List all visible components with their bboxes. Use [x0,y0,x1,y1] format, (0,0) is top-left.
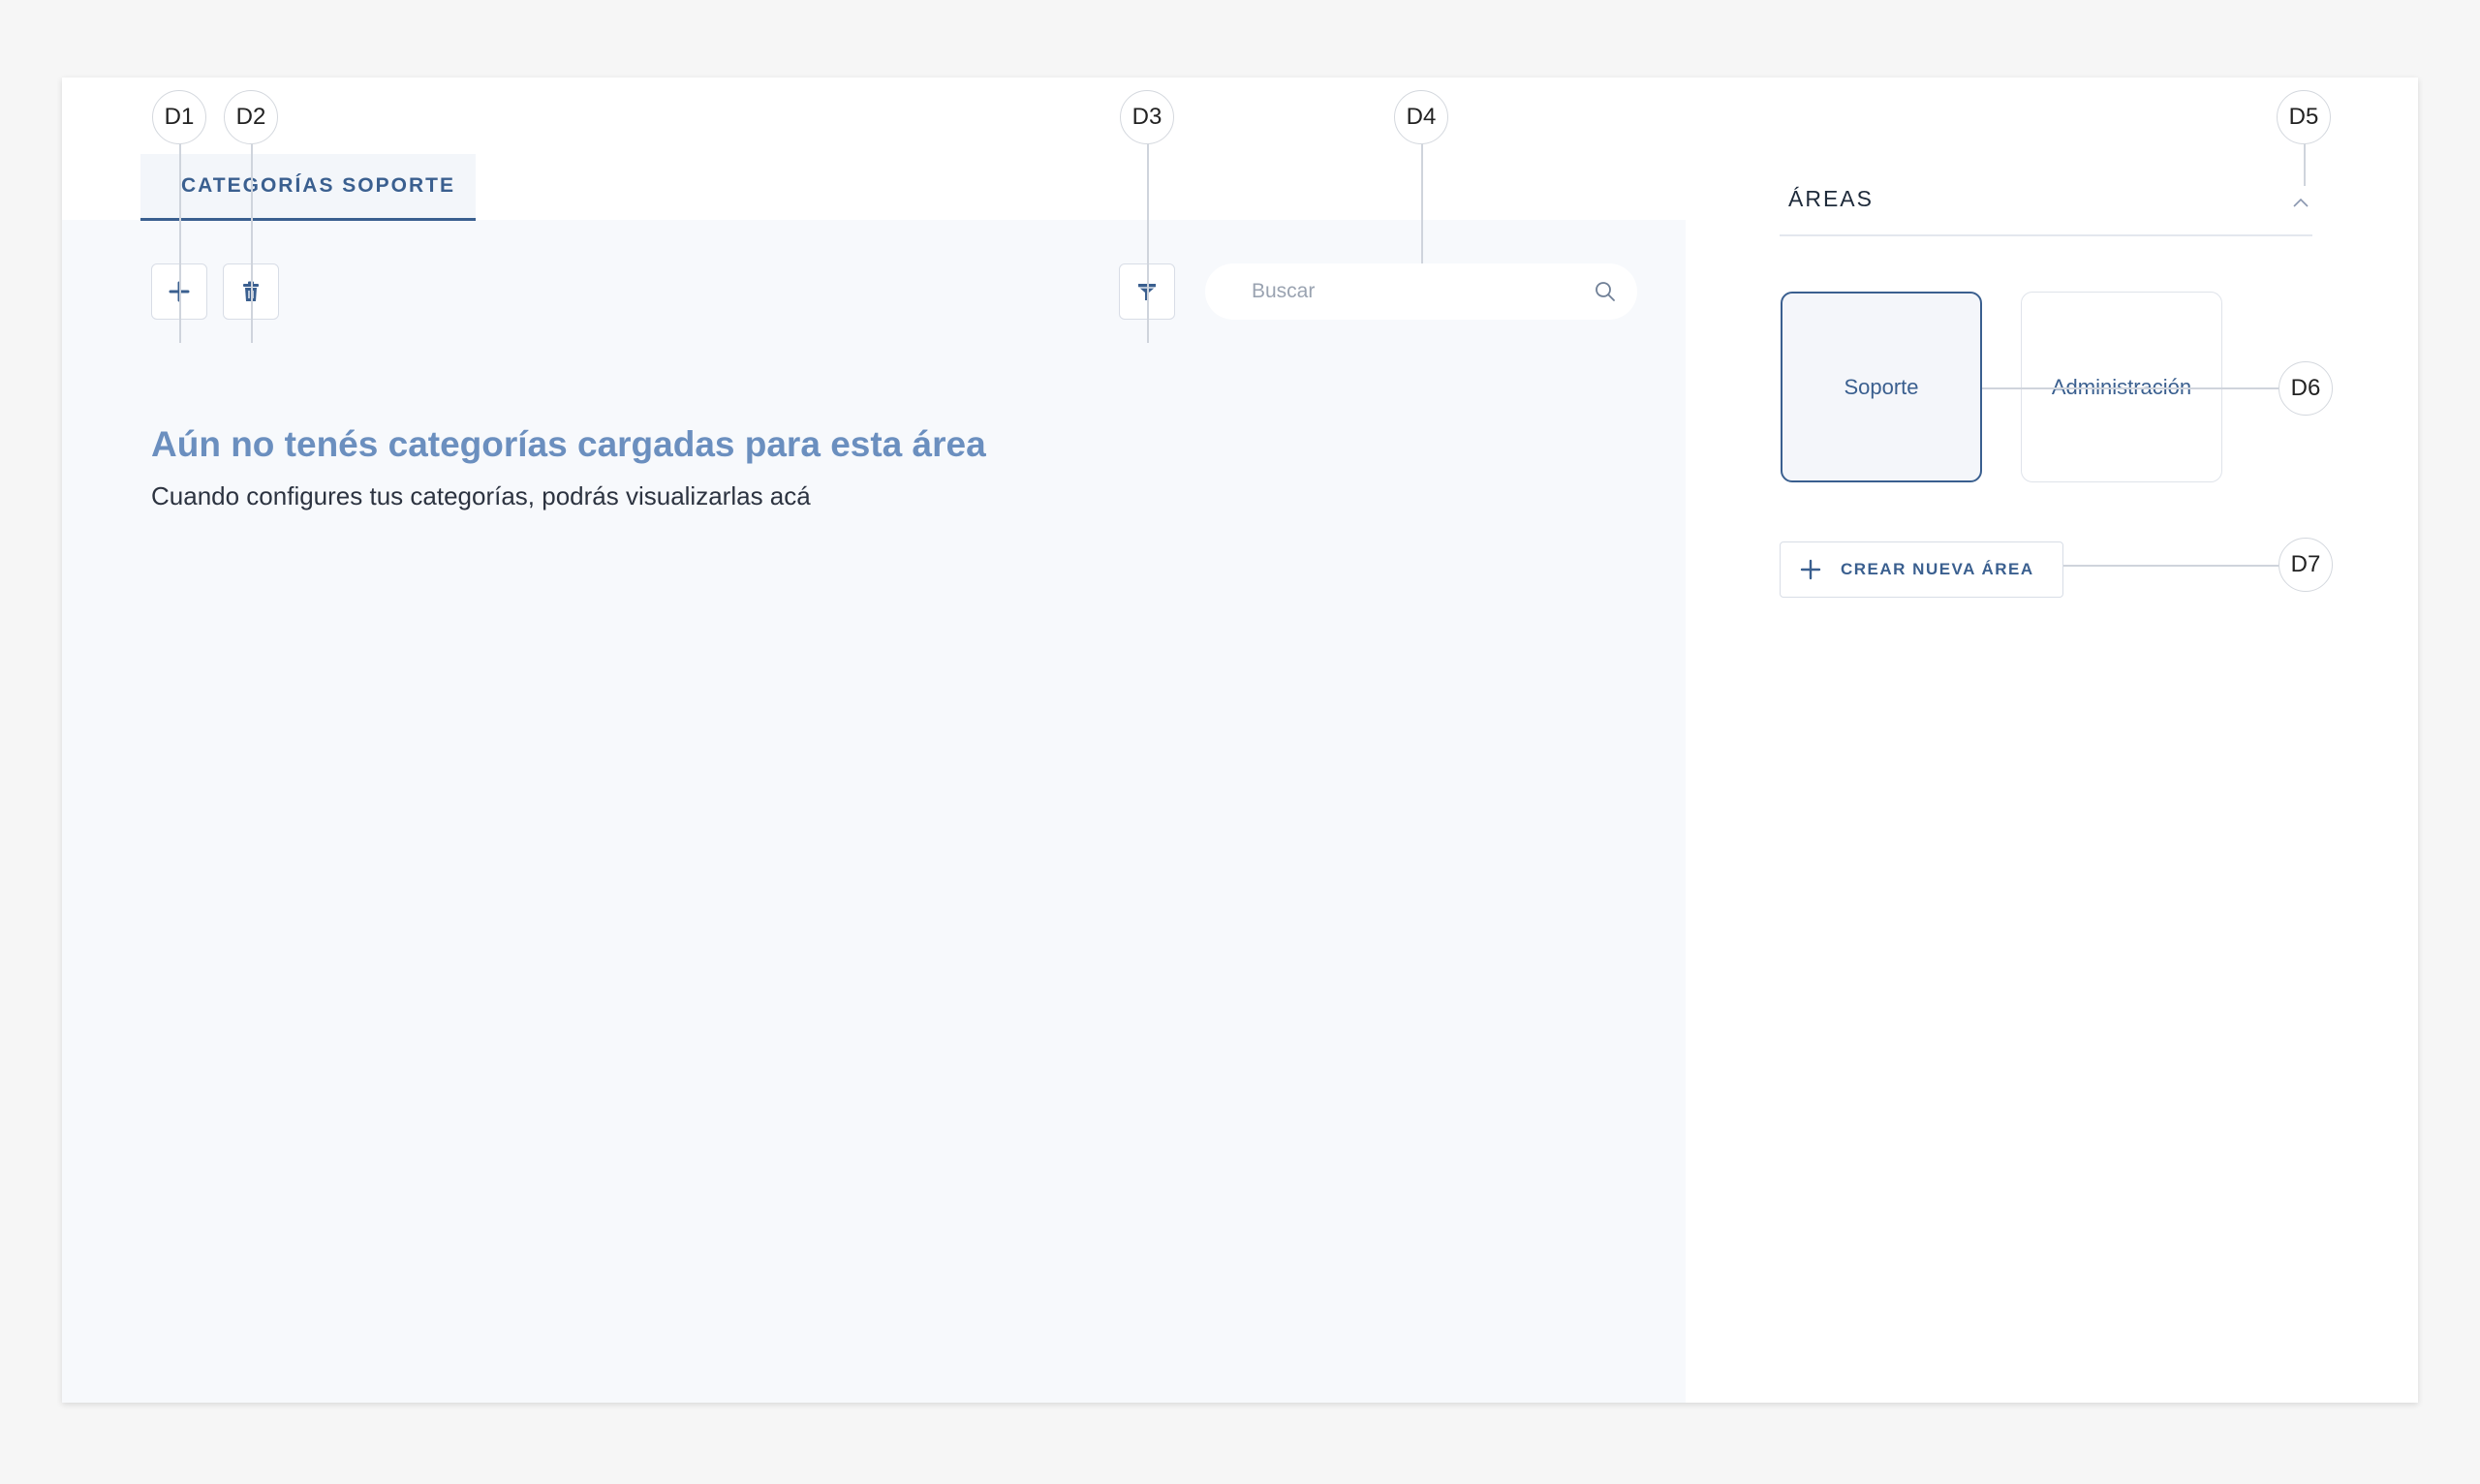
callout-d3: D3 [1120,90,1174,144]
main-card: CATEGORÍAS SOPORTE Aún no tenés categorí… [62,77,2418,1403]
callout-d1: D1 [152,90,206,144]
area-card-label: Soporte [1844,374,1919,399]
plus-icon [1800,559,1821,580]
areas-divider [1780,234,2312,236]
callout-d5: D5 [2277,90,2331,144]
search-box[interactable] [1205,263,1637,320]
callout-line-d1 [179,126,181,343]
callout-line-d6 [1982,387,2310,389]
callout-d4: D4 [1394,90,1448,144]
chevron-up-icon [2293,198,2309,207]
callout-line-d7 [2063,565,2310,567]
create-area-label: CREAR NUEVA ÁREA [1841,560,2034,578]
empty-state-subtitle: Cuando configures tus categorías, podrás… [151,481,811,510]
callout-d7: D7 [2278,538,2333,592]
search-input[interactable] [1252,280,1595,303]
tab-label: CATEGORÍAS SOPORTE [181,174,455,197]
callout-line-d4 [1421,126,1423,263]
callout-line-d3 [1147,126,1149,343]
callout-line-d2 [251,126,253,343]
area-card-soporte[interactable]: Soporte [1781,292,1982,482]
areas-title: ÁREAS [1788,186,1874,211]
search-icon[interactable] [1595,281,1616,302]
collapse-areas-button[interactable] [2290,192,2311,213]
callout-d6: D6 [2278,361,2333,416]
create-area-button[interactable]: CREAR NUEVA ÁREA [1780,541,2063,598]
categories-panel [62,220,1686,1403]
tab-categorias-soporte[interactable]: CATEGORÍAS SOPORTE [140,154,476,221]
empty-state-title: Aún no tenés categorías cargadas para es… [151,424,986,464]
callout-d2: D2 [224,90,278,144]
